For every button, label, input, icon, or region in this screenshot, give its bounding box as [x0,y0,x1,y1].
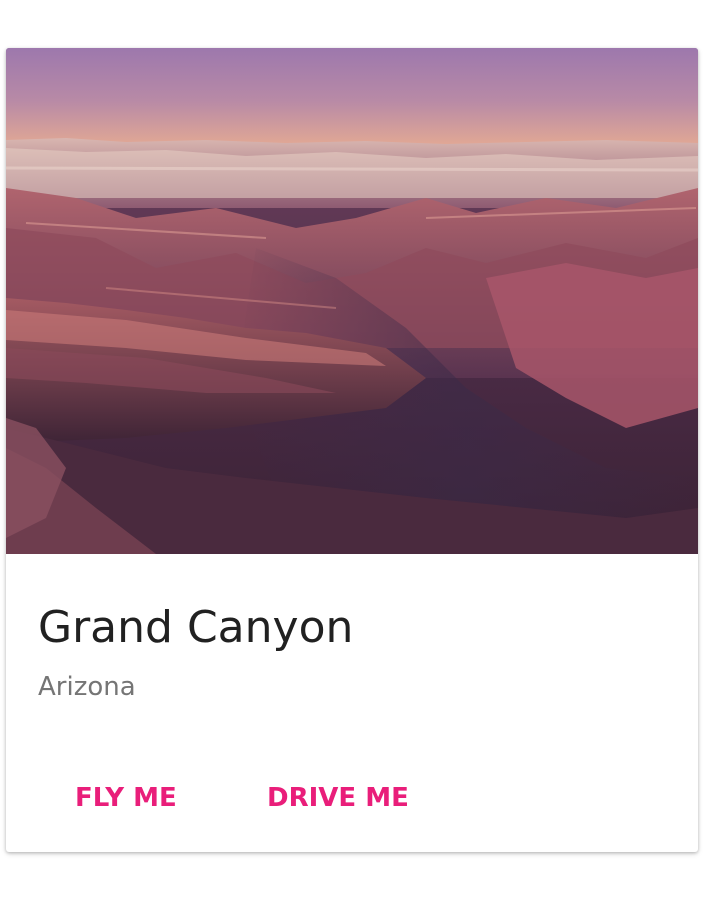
card-subtitle: Arizona [38,672,136,702]
place-card: Grand Canyon Arizona FLY ME DRIVE ME [6,48,698,852]
drive-me-button[interactable]: DRIVE ME [255,776,421,820]
card-image [6,48,698,554]
card-content: Grand Canyon Arizona FLY ME DRIVE ME [6,554,698,852]
fly-me-button[interactable]: FLY ME [63,776,189,820]
card-actions: FLY ME DRIVE ME [6,768,698,824]
card-title: Grand Canyon [38,602,354,653]
